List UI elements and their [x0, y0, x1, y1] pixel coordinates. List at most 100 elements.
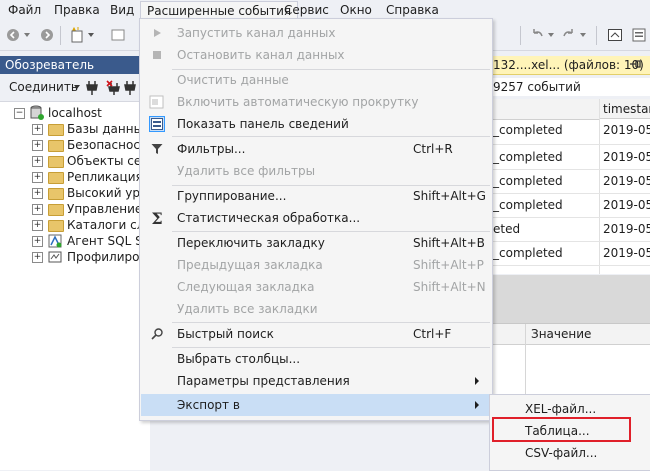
folder-icon	[48, 172, 64, 184]
toolbar-separator	[60, 26, 61, 45]
expand-icon[interactable]: +	[32, 140, 43, 151]
menu-edit[interactable]: Правка	[48, 2, 106, 19]
plug-icon[interactable]	[124, 80, 136, 99]
menu-item-filters[interactable]: Фильтры... Ctrl+R	[141, 138, 491, 160]
menu-item-start-feed[interactable]: Запустить канал данных	[141, 22, 491, 44]
events-count-label: 9257 событий	[493, 80, 581, 94]
folder-icon	[48, 188, 64, 200]
menu-item-grouping[interactable]: Группирование... Shift+Alt+G	[141, 185, 491, 207]
redo-icon[interactable]	[560, 26, 578, 44]
menu-item-export-to[interactable]: Экспорт в	[141, 394, 491, 416]
submenu-item-csv[interactable]: CSV-файл...	[491, 442, 650, 464]
expand-icon[interactable]: +	[32, 236, 43, 247]
grid-cell-name: _completed	[493, 150, 563, 164]
folder-icon	[48, 204, 64, 216]
document-tab[interactable]: 132....xel... (файлов: 10)	[491, 56, 650, 75]
sigma-icon: Σ	[151, 208, 163, 228]
expand-icon[interactable]: +	[32, 188, 43, 199]
expand-icon[interactable]: +	[32, 172, 43, 183]
chevron-down-icon[interactable]	[86, 26, 96, 44]
disconnect-icon[interactable]	[106, 80, 122, 99]
find-icon	[149, 326, 165, 342]
grid-header-timestamp[interactable]: timestamp	[599, 99, 650, 119]
object-explorer-title: Обозреватель объектов	[0, 56, 155, 90]
menu-item-autoscroll[interactable]: Включить автоматическую прокрутку	[141, 91, 491, 113]
connect-button[interactable]: Соединить	[9, 80, 78, 94]
chevron-down-icon[interactable]	[22, 26, 32, 44]
new-item-icon[interactable]	[68, 26, 86, 44]
tree-node-label: Репликация	[67, 170, 143, 184]
tree-node-high-availability[interactable]: + Высокий уров	[0, 185, 154, 201]
menu-item-shortcut: Shift+Alt+B	[413, 236, 485, 250]
tree-node-management[interactable]: + Управление	[0, 201, 150, 217]
tree-node-sql-agent[interactable]: + Агент SQL Ser	[0, 233, 155, 249]
menu-item-stop-feed[interactable]: Остановить канал данных	[141, 44, 491, 66]
menu-item-quick-find[interactable]: Быстрый поиск Ctrl+F	[141, 323, 491, 345]
grid-cell-name: _completed	[493, 174, 563, 188]
toolbar-item-icon[interactable]	[100, 26, 136, 44]
menu-item-label: Группирование...	[177, 189, 287, 203]
menu-item-prev-bookmark[interactable]: Предыдущая закладка Shift+Alt+P	[141, 254, 491, 276]
menu-item-label: Предыдущая закладка	[177, 258, 323, 272]
tree-node-replication[interactable]: + Репликация	[0, 169, 150, 185]
expand-icon[interactable]: +	[32, 156, 43, 167]
chevron-down-icon[interactable]	[546, 26, 556, 44]
filter-icon	[149, 141, 165, 157]
profiler-icon	[48, 250, 62, 268]
events-grid: timestamp _completed 2019-05-0 _complete…	[491, 99, 650, 274]
menu-item-view-settings[interactable]: Параметры представления	[141, 370, 491, 392]
expand-icon[interactable]: +	[32, 124, 43, 135]
details-header-value[interactable]: Значение	[531, 324, 591, 344]
menu-item-aggregation[interactable]: Σ Статистическая обработка...	[141, 207, 491, 229]
screenshot-icon[interactable]	[606, 26, 624, 44]
expand-icon[interactable]: +	[32, 204, 43, 215]
menu-view[interactable]: Вид	[104, 2, 140, 19]
menu-item-label: Фильтры...	[177, 142, 246, 156]
collapse-icon[interactable]: −	[14, 108, 25, 119]
properties-icon[interactable]	[630, 26, 648, 44]
connect-plug-icon[interactable]	[86, 80, 98, 99]
menu-item-label: Запустить канал данных	[177, 26, 336, 40]
forward-icon[interactable]	[38, 26, 56, 44]
tree-node-label: Базы данных	[67, 122, 151, 136]
menu-item-label: Очистить данные	[177, 73, 289, 87]
tree-node-databases[interactable]: + Базы данных	[0, 121, 150, 137]
object-explorer-tree: − localhost + Базы данных + Безопасность…	[0, 101, 162, 470]
tree-node-server-objects[interactable]: + Объекты серв	[0, 153, 156, 169]
menu-item-clear-data[interactable]: Очистить данные	[141, 69, 491, 91]
menu-item-remove-filters[interactable]: Удалить все фильтры	[141, 160, 491, 182]
submenu-item-label: CSV-файл...	[525, 446, 598, 460]
undo-icon[interactable]	[528, 26, 546, 44]
menu-item-remove-bookmarks[interactable]: Удалить все закладки	[141, 298, 491, 320]
menu-item-label: Параметры представления	[177, 374, 350, 388]
grid-header-name[interactable]	[491, 99, 599, 120]
menu-item-next-bookmark[interactable]: Следующая закладка Shift+Alt+N	[141, 276, 491, 298]
tree-node-localhost[interactable]: − localhost	[0, 105, 150, 121]
chevron-down-icon[interactable]	[74, 85, 80, 89]
tree-node-profiler[interactable]: + Профилировщ	[0, 249, 158, 268]
pin-icon[interactable]	[628, 57, 642, 76]
tree-node-security[interactable]: + Безопасность	[0, 137, 154, 153]
grid-row-divider	[491, 265, 650, 266]
menu-separator	[172, 136, 490, 137]
expand-icon[interactable]: +	[32, 252, 43, 263]
extended-events-menu: Запустить канал данных Остановить канал …	[139, 18, 493, 421]
menu-item-shortcut: Shift+Alt+G	[413, 189, 486, 203]
menu-item-shortcut: Shift+Alt+N	[413, 280, 486, 294]
back-icon[interactable]	[4, 26, 22, 44]
menu-item-toggle-bookmark[interactable]: Переключить закладку Shift+Alt+B	[141, 232, 491, 254]
menu-item-show-details[interactable]: Показать панель сведений	[141, 113, 491, 135]
menu-item-label: Переключить закладку	[177, 236, 325, 250]
grid-cell-name: _completed	[493, 123, 563, 137]
menu-file[interactable]: Файл	[2, 2, 47, 19]
menu-item-label: Показать панель сведений	[177, 117, 349, 131]
tree-node-service-catalogs[interactable]: + Каталоги служ	[0, 217, 162, 233]
expand-icon[interactable]: +	[32, 220, 43, 231]
menu-item-label: Остановить канал данных	[177, 48, 345, 62]
grid-cell-name: _completed	[493, 198, 563, 212]
menu-tools[interactable]: Сервис	[278, 2, 335, 19]
chevron-down-icon[interactable]	[578, 26, 588, 44]
menu-item-choose-columns[interactable]: Выбрать столбцы...	[141, 348, 491, 370]
menu-help[interactable]: Справка	[380, 2, 445, 19]
menu-window[interactable]: Окно	[334, 2, 378, 19]
